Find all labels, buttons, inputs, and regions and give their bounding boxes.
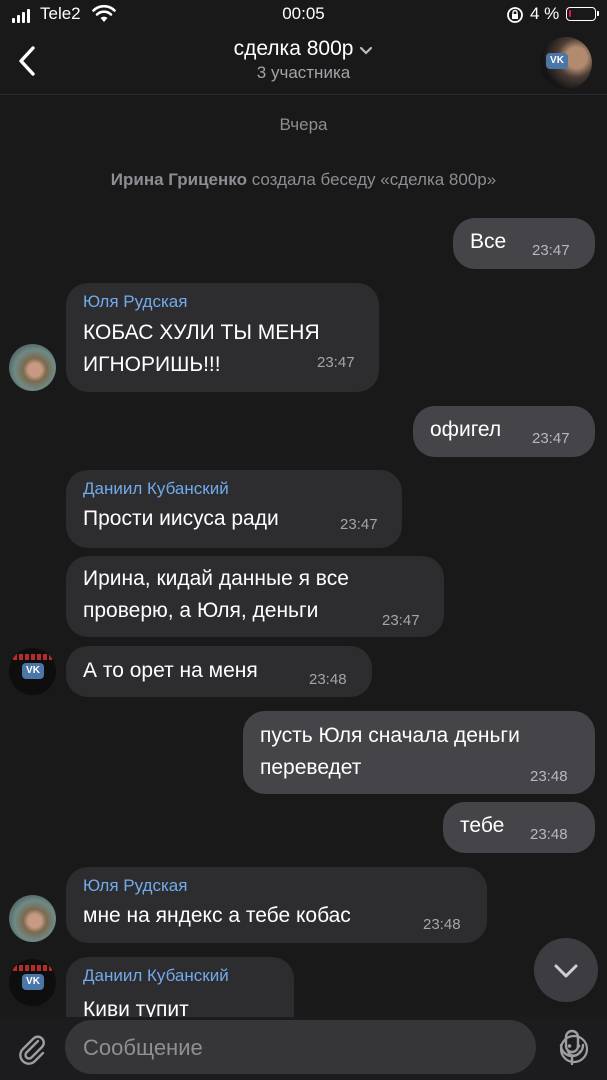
message-text: Ирина, кидай данные я все проверю, а Юля… bbox=[83, 567, 349, 622]
message-text: Все bbox=[470, 230, 507, 253]
message-text: мне на яндекс а тебе кобас bbox=[83, 904, 351, 927]
message-bubble-incoming[interactable]: Даниил Кубанский Прости иисуса ради 23:4… bbox=[66, 470, 402, 548]
message-text: Киви тупит bbox=[83, 998, 189, 1017]
chevron-down-icon bbox=[554, 964, 578, 978]
message-text: КОБАС ХУЛИ ТЫ МЕНЯ ИГНОРИШЬ!!! bbox=[83, 321, 320, 376]
battery-percent: 4 % bbox=[530, 4, 560, 23]
status-bar: Tele2 00:05 4 % bbox=[0, 0, 607, 30]
sender-name[interactable]: Даниил Кубанский bbox=[83, 966, 229, 986]
message-time: 23:47 bbox=[532, 430, 570, 447]
message-time: 23:48 bbox=[530, 768, 568, 785]
message-text: тебе bbox=[460, 814, 505, 837]
message-time: 23:48 bbox=[423, 916, 461, 933]
message-input-placeholder: Сообщение bbox=[83, 1035, 203, 1060]
chat-participants: 3 участника bbox=[256, 63, 351, 82]
system-message-text: создала беседу «сделка 800р» bbox=[251, 170, 497, 189]
message-time: 23:47 bbox=[340, 516, 378, 533]
chat-title-button[interactable]: сделка 800р 3 участника bbox=[0, 37, 607, 83]
message-bubble-outgoing[interactable]: офигел 23:47 bbox=[413, 406, 595, 457]
sender-name[interactable]: Юля Рудская bbox=[83, 292, 187, 312]
message-text: Прости иисуса ради bbox=[83, 507, 279, 530]
message-bubble-incoming[interactable]: Юля Рудская КОБАС ХУЛИ ТЫ МЕНЯ ИГНОРИШЬ!… bbox=[66, 283, 379, 392]
message-list[interactable]: Вчера Ирина Гриценко создала беседу «сде… bbox=[0, 95, 607, 1017]
message-input[interactable]: Сообщение bbox=[65, 1020, 589, 1074]
chat-title: сделка 800р bbox=[233, 37, 354, 60]
chevron-down-icon bbox=[360, 46, 373, 55]
message-text: А то орет на меня bbox=[83, 659, 258, 682]
vk-logo: VK bbox=[22, 974, 44, 990]
chat-header: сделка 800р 3 участника VK bbox=[0, 30, 607, 95]
message-bubble-incoming[interactable]: Юля Рудская мне на яндекс а тебе кобас 2… bbox=[66, 867, 487, 943]
avatar[interactable] bbox=[9, 344, 56, 391]
message-text: офигел bbox=[430, 418, 502, 441]
microphone-button[interactable] bbox=[556, 1028, 588, 1068]
avatar[interactable] bbox=[9, 895, 56, 942]
chat-avatar[interactable]: VK bbox=[540, 37, 592, 89]
message-time: 23:47 bbox=[382, 612, 420, 629]
message-bubble-outgoing[interactable]: пусть Юля сначала деньги переведет 23:48 bbox=[243, 711, 595, 794]
avatar[interactable]: VK bbox=[9, 648, 56, 695]
vk-logo: VK bbox=[546, 53, 568, 69]
message-time: 23:47 bbox=[532, 242, 570, 259]
message-time: 23:48 bbox=[530, 826, 568, 843]
message-bubble-incoming[interactable]: Даниил Кубанский Киви тупит bbox=[66, 957, 294, 1017]
vk-logo: VK bbox=[22, 663, 44, 679]
avatar[interactable]: VK bbox=[9, 959, 56, 1006]
system-message: Ирина Гриценко создала беседу «сделка 80… bbox=[0, 170, 607, 190]
battery-icon bbox=[566, 7, 599, 21]
message-bubble-incoming[interactable]: А то орет на меня 23:48 bbox=[66, 646, 372, 697]
scroll-down-button[interactable] bbox=[534, 938, 598, 1002]
date-separator: Вчера bbox=[279, 115, 328, 134]
message-bubble-outgoing[interactable]: тебе 23:48 bbox=[443, 802, 595, 853]
sender-name[interactable]: Даниил Кубанский bbox=[83, 479, 229, 499]
message-time: 23:47 bbox=[317, 354, 355, 371]
message-time: 23:48 bbox=[309, 671, 347, 688]
sender-name[interactable]: Юля Рудская bbox=[83, 876, 187, 896]
attach-button[interactable] bbox=[14, 1030, 50, 1066]
message-composer: Сообщение bbox=[0, 1017, 607, 1080]
rotation-lock-icon bbox=[507, 7, 523, 23]
message-bubble-outgoing[interactable]: Все 23:47 bbox=[453, 218, 595, 269]
message-text: пусть Юля сначала деньги переведет bbox=[260, 724, 520, 779]
message-bubble-incoming[interactable]: Ирина, кидай данные я все проверю, а Юля… bbox=[66, 556, 444, 637]
system-message-author: Ирина Гриценко bbox=[110, 170, 247, 189]
